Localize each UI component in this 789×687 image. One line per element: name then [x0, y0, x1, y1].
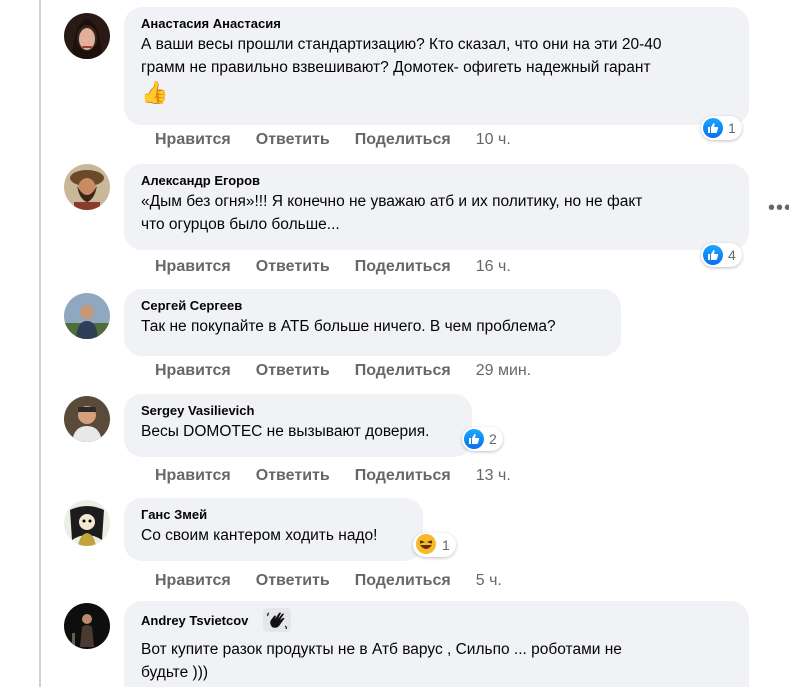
reaction-summary[interactable]: 1: [701, 116, 742, 140]
comment-text-line: Со своим кантером ходить надо!: [141, 527, 378, 544]
comment-author[interactable]: Анастасия Анастасия: [141, 15, 735, 33]
comment-bubble: Ганс Змей Со своим кантером ходить надо!: [124, 498, 423, 561]
share-button[interactable]: Поделиться: [355, 131, 451, 149]
avatar[interactable]: [64, 13, 110, 59]
comment-bubble: Sergey Vasilievich Весы DOMOTEC не вызыв…: [124, 394, 472, 457]
comment-bubble: Анастасия Анастасия А ваши весы прошли с…: [124, 7, 749, 125]
reaction-summary[interactable]: 1: [413, 533, 456, 557]
thumbs-up-icon: [703, 118, 723, 138]
share-button[interactable]: Поделиться: [355, 572, 451, 590]
share-button[interactable]: Поделиться: [355, 258, 451, 276]
reply-button[interactable]: Ответить: [256, 572, 330, 590]
thumbs-up-icon: [464, 429, 484, 449]
timestamp[interactable]: 10 ч.: [476, 131, 511, 149]
reaction-count: 1: [442, 537, 450, 553]
timestamp[interactable]: 13 ч.: [476, 467, 511, 485]
comment-author[interactable]: Ганс Змей: [141, 506, 409, 524]
comment-author[interactable]: Александр Егоров: [141, 172, 735, 190]
timestamp[interactable]: 16 ч.: [476, 258, 511, 276]
timestamp[interactable]: 5 ч.: [476, 572, 502, 590]
timestamp[interactable]: 29 мин.: [476, 362, 531, 380]
comment-bubble: Andrey Tsvietcov Вот купите разок продук…: [124, 601, 749, 687]
avatar[interactable]: [64, 164, 110, 210]
comment-text-line: будьте ))): [141, 664, 209, 681]
like-button[interactable]: Нравится: [155, 362, 231, 380]
comment-text-line: что огурцов было больше...: [141, 216, 340, 233]
comment-actions: Нравится Ответить Поделиться 10 ч.: [155, 129, 536, 151]
comment-text-line: А ваши весы прошли стандартизацию? Кто с…: [141, 36, 662, 53]
thread-line: [39, 0, 41, 687]
avatar[interactable]: [64, 293, 110, 339]
share-button[interactable]: Поделиться: [355, 467, 451, 485]
comment-text-line: Вот купите разок продукты не в Атб варус…: [141, 641, 622, 658]
comment-bubble: Александр Егоров «Дым без огня»!!! Я кон…: [124, 164, 749, 250]
reaction-count: 1: [728, 120, 736, 136]
laughing-face-icon: [415, 533, 437, 558]
comment-bubble: Сергей Сергеев Так не покупайте в АТБ бо…: [124, 289, 621, 356]
like-button[interactable]: Нравится: [155, 131, 231, 149]
comment-author[interactable]: Sergey Vasilievich: [141, 402, 458, 420]
like-button[interactable]: Нравится: [155, 467, 231, 485]
avatar[interactable]: [64, 603, 110, 649]
like-button[interactable]: Нравится: [155, 258, 231, 276]
reply-button[interactable]: Ответить: [256, 258, 330, 276]
like-button[interactable]: Нравится: [155, 572, 231, 590]
comment-text-line: грамм не правильно взвешивают? Домотек- …: [141, 59, 651, 76]
thumbs-up-icon: [703, 245, 723, 265]
reply-button[interactable]: Ответить: [256, 467, 330, 485]
reaction-count: 4: [728, 247, 736, 263]
reply-button[interactable]: Ответить: [256, 362, 330, 380]
share-button[interactable]: Поделиться: [355, 362, 451, 380]
thumbs-up-emoji: 👍: [141, 80, 169, 105]
comment-text-line: Так не покупайте в АТБ больше ничего. В …: [141, 318, 556, 335]
reaction-count: 2: [489, 431, 497, 447]
reply-button[interactable]: Ответить: [256, 131, 330, 149]
comment-text-line: «Дым без огня»!!! Я конечно не уважаю ат…: [141, 193, 643, 210]
avatar[interactable]: [64, 396, 110, 442]
reaction-summary[interactable]: 4: [701, 243, 742, 267]
reaction-summary[interactable]: 2: [462, 427, 503, 451]
comment-actions: Нравится Ответить Поделиться 5 ч.: [155, 570, 527, 592]
comment-actions: Нравится Ответить Поделиться 13 ч.: [155, 465, 536, 487]
comment-text-line: Весы DOMOTEC не вызывают доверия.: [141, 423, 430, 440]
comment-author[interactable]: Andrey Tsvietcov: [141, 612, 248, 630]
waving-hand-icon: [262, 608, 291, 632]
comment-actions: Нравится Ответить Поделиться 16 ч.: [155, 256, 536, 278]
comment-author[interactable]: Сергей Сергеев: [141, 297, 607, 315]
avatar[interactable]: [64, 500, 110, 546]
comment-actions: Нравится Ответить Поделиться 29 мин.: [155, 360, 556, 382]
more-options-icon[interactable]: •••: [768, 198, 789, 218]
